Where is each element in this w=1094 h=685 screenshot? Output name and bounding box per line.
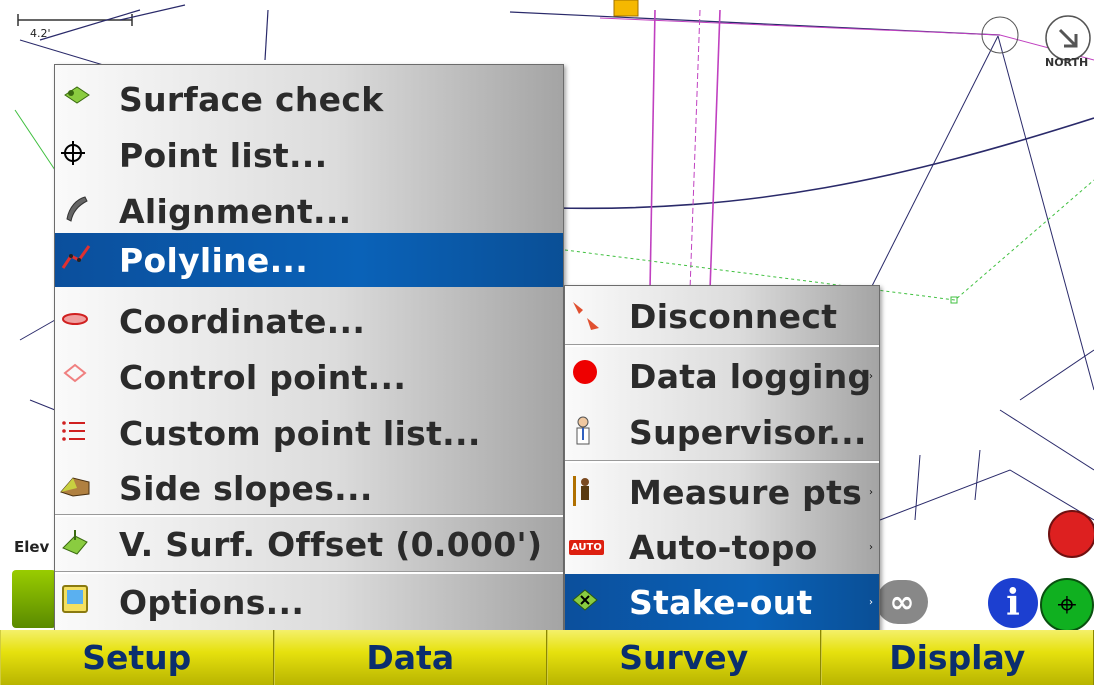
info-icon[interactable]: i [988,578,1038,628]
menu-item-label: Side slopes... [119,468,373,508]
coordinate-icon [59,303,95,339]
options-icon [59,584,95,620]
north-label: NORTH [1045,56,1089,69]
menu-item-label: Alignment... [119,191,352,231]
menu-item-label: Polyline... [119,240,309,280]
menu-item-disconnect[interactable]: Disconnect [565,288,879,344]
menu-item-label: Control point... [119,357,407,397]
submenu-arrow-icon: › [869,596,873,608]
menu-item-options[interactable]: Options... [55,575,563,629]
menu-separator [565,344,879,347]
menu-item-label: Measure pts [629,472,863,512]
menu-item-label: Surface check [119,79,384,119]
menu-item-label: Point list... [119,135,328,175]
menu-item-surface-check[interactable]: Surface check [55,71,563,127]
tab-data[interactable]: Data [273,630,547,685]
menu-item-label: Coordinate... [119,301,366,341]
submenu-arrow-icon: › [869,486,873,498]
supervisor-icon [569,414,605,450]
menu-item-label: Data logging [629,356,872,396]
menu-item-stake-out[interactable]: Stake-out › [565,574,879,630]
submenu-arrow-icon: › [869,541,873,553]
tab-setup[interactable]: Setup [0,630,274,685]
auto-badge: AUTO [569,539,604,555]
submenu-arrow-icon: › [869,370,873,382]
menu-item-label: Disconnect [629,296,838,336]
menu-item-side-slopes[interactable]: Side slopes... [55,461,563,515]
tab-display[interactable]: Display [820,630,1094,685]
tab-survey[interactable]: Survey [547,630,821,685]
menu-item-polyline[interactable]: Polyline... [55,233,563,287]
red-dot-icon [569,358,605,394]
disconnect-icon [569,298,605,334]
auto-topo-icon: AUTO [569,529,605,565]
survey-submenu: Disconnect Data logging › Supervisor... … [564,285,880,632]
tool-icon[interactable] [1048,510,1094,558]
menu-item-label: V. Surf. Offset (0.000') [119,524,543,564]
alignment-icon [59,193,95,229]
menu-item-measure-pts[interactable]: Measure pts › [565,464,879,520]
menu-item-label: Stake-out [629,582,813,622]
side-slopes-icon [59,470,95,506]
elevation-label: Elev [14,538,50,556]
surface-offset-icon [59,526,95,562]
menu-item-surface-offset[interactable]: V. Surf. Offset (0.000') [55,517,563,571]
infinity-icon[interactable]: ∞ [876,580,928,624]
receiver-icon[interactable] [12,570,56,628]
crosshair-icon [59,137,95,173]
menu-item-control-point[interactable]: Control point... [55,349,563,405]
menu-item-label: Options... [119,582,305,622]
surface-check-icon [59,81,95,117]
menu-separator [55,571,563,574]
measure-points-icon [569,474,605,510]
custom-list-icon [59,415,95,451]
menu-separator [565,460,879,463]
crosshair-target-icon[interactable]: ⌖ [1040,578,1094,632]
control-point-icon [59,359,95,395]
menu-item-alignment[interactable]: Alignment... [55,183,563,239]
polyline-icon [59,242,95,278]
scale-bar-label: 4.2' [30,27,51,40]
menu-item-supervisor[interactable]: Supervisor... [565,404,879,460]
menu-item-label: Supervisor... [629,412,867,452]
menu-item-label: Auto-topo [629,527,818,567]
bottom-menu-bar: Setup Data Survey Display [0,630,1094,685]
menu-item-data-logging[interactable]: Data logging › [565,348,879,404]
data-menu: Surface check Point list... Alignment...… [54,64,564,632]
stake-out-icon [569,584,605,620]
menu-item-coordinate[interactable]: Coordinate... [55,293,563,349]
menu-item-auto-topo[interactable]: AUTO Auto-topo › [565,520,879,574]
menu-item-custom-point-list[interactable]: Custom point list... [55,405,563,461]
menu-item-point-list[interactable]: Point list... [55,127,563,183]
menu-item-label: Custom point list... [119,413,481,453]
